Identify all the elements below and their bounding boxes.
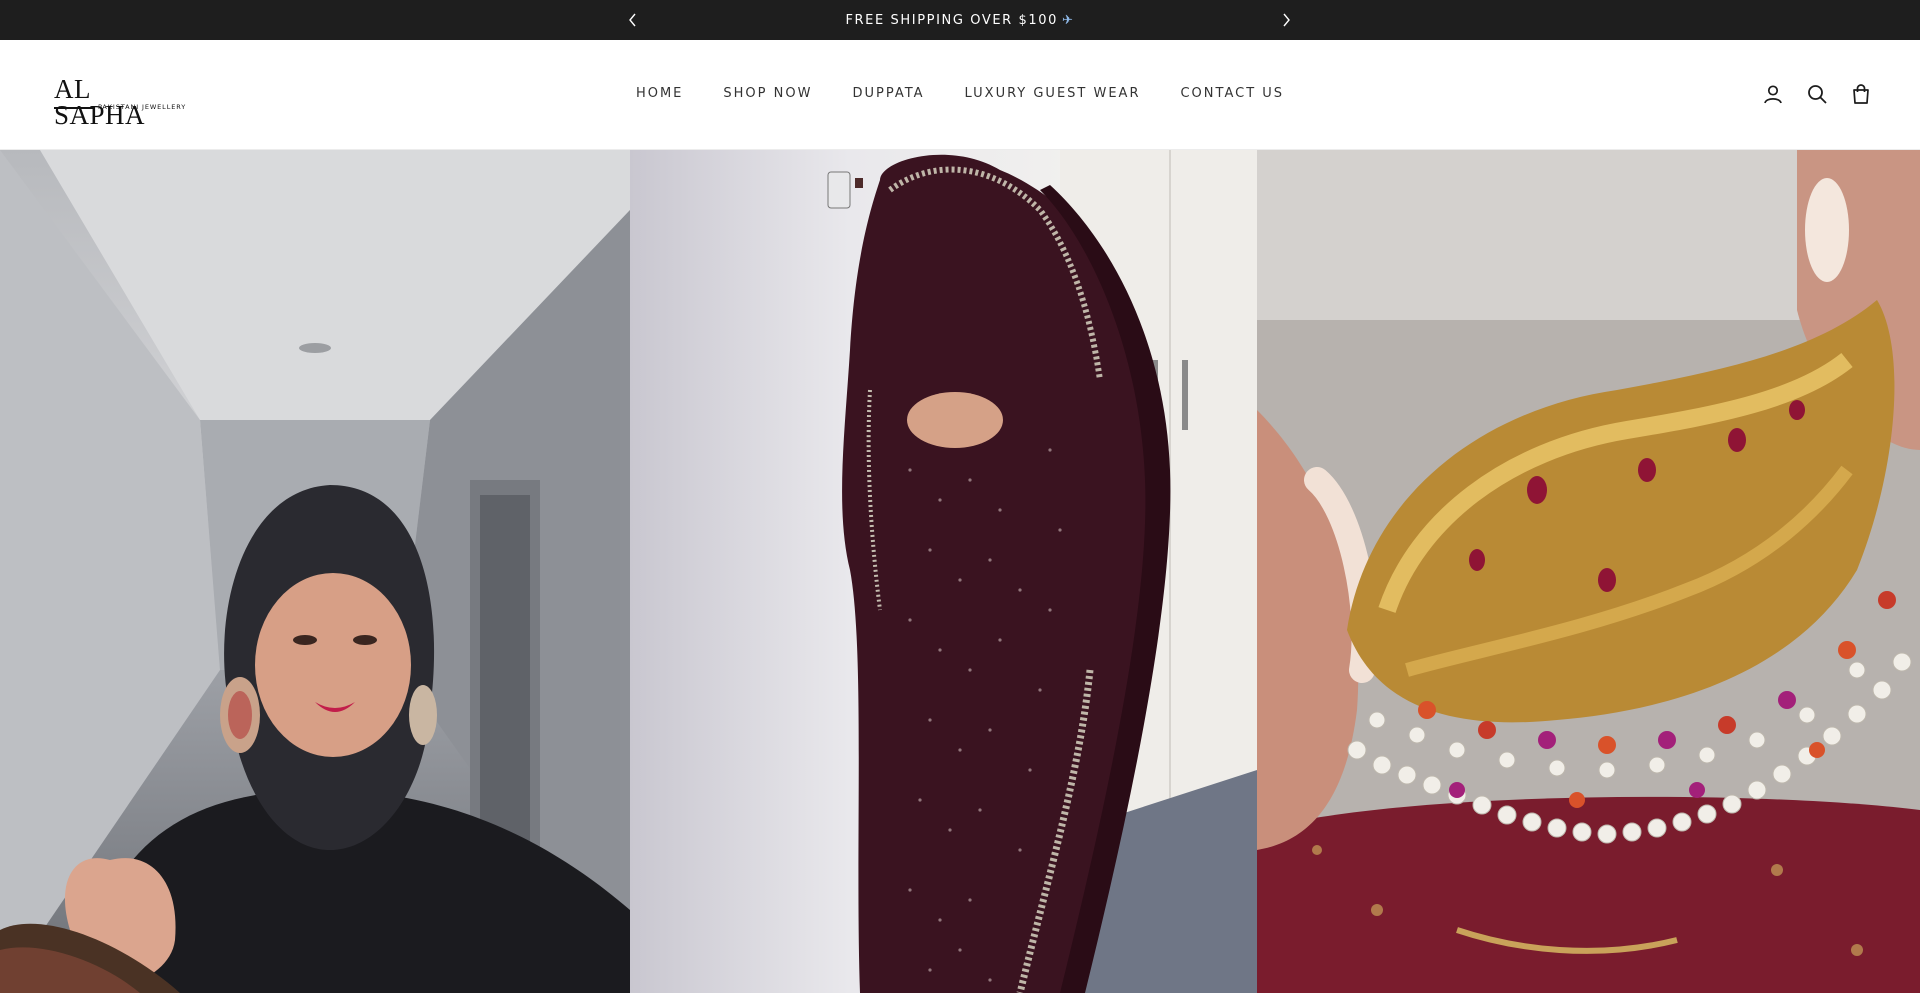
video-panel-jewellery[interactable]	[1257, 150, 1920, 993]
nav-luxury-guest-wear[interactable]: LUXURY GUEST WEAR	[965, 86, 1141, 101]
nav-shop-now[interactable]: SHOP NOW	[723, 86, 812, 101]
video-panel-hijab[interactable]	[0, 150, 630, 993]
video-panel-saree[interactable]	[630, 150, 1257, 993]
site-header: AL SAPHA PAKISTANI JEWELLERY HOME SHOP N…	[0, 40, 1920, 150]
jewellery-illustration	[1257, 150, 1920, 993]
main-nav: HOME SHOP NOW DUPPATA LUXURY GUEST WEAR …	[0, 86, 1920, 101]
hijab-woman-illustration	[0, 150, 630, 993]
chevron-right-icon	[1283, 13, 1290, 27]
announcement-text: FREE SHIPPING OVER $100 ✈	[0, 13, 1920, 28]
cart-button[interactable]	[1849, 82, 1873, 106]
nav-home[interactable]: HOME	[636, 86, 683, 101]
account-icon	[1764, 85, 1782, 104]
cart-icon	[1853, 84, 1869, 104]
brand-name: AL SAPHA	[54, 74, 146, 130]
hero-media-grid	[0, 150, 1920, 993]
announcement-label: FREE SHIPPING OVER $100	[845, 13, 1059, 28]
search-button[interactable]	[1805, 82, 1829, 106]
nav-duppata[interactable]: DUPPATA	[852, 86, 924, 101]
announcement-bar: FREE SHIPPING OVER $100 ✈	[0, 0, 1920, 40]
account-button[interactable]	[1761, 82, 1785, 106]
search-icon	[1808, 85, 1827, 104]
airplane-icon: ✈	[1062, 13, 1075, 28]
saree-woman-illustration	[827, 150, 1257, 993]
announcement-next-button[interactable]	[1276, 10, 1296, 30]
brand-tagline: PAKISTANI JEWELLERY	[98, 103, 187, 111]
nav-contact-us[interactable]: CONTACT US	[1180, 86, 1284, 101]
logo-underline	[54, 107, 94, 109]
header-icons	[1761, 82, 1873, 106]
